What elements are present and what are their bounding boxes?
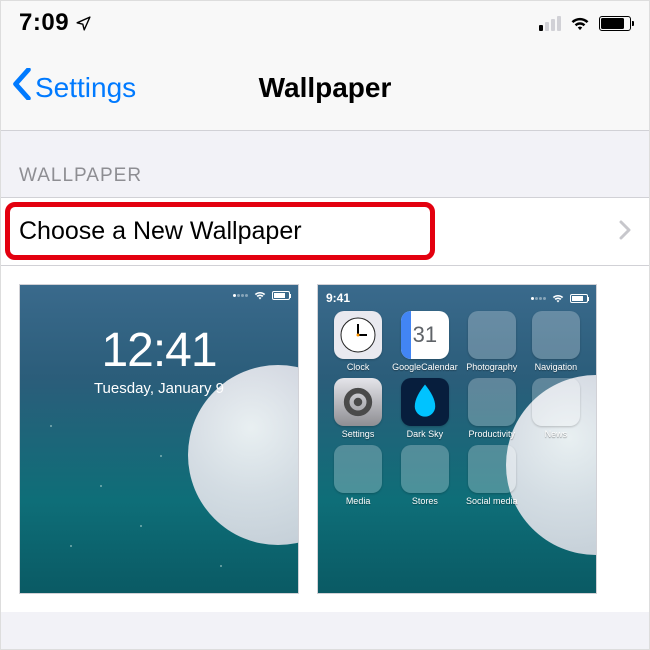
mini-status-bar: 9:41 xyxy=(326,291,588,305)
chevron-right-icon xyxy=(619,216,631,247)
lock-preview-clock: 12:41 Tuesday, January 9 xyxy=(20,323,298,397)
app-label: Photography xyxy=(466,362,517,372)
back-label: Settings xyxy=(35,72,136,104)
folder-social-media: Social media xyxy=(462,445,522,506)
cellular-icon xyxy=(539,16,561,31)
settings-wallpaper-screen: 7:09 Settings Wallpaper WALLPAPER xyxy=(0,0,650,650)
mini-wifi-icon xyxy=(254,291,266,300)
app-label: Dark Sky xyxy=(407,429,444,439)
home-icon-grid: Clock 31 GoogleCalendar Photography Navi… xyxy=(328,311,586,506)
nav-bar: Settings Wallpaper xyxy=(1,45,649,131)
app-google-calendar: 31 GoogleCalendar xyxy=(392,311,458,372)
wifi-icon xyxy=(569,15,591,31)
back-button[interactable]: Settings xyxy=(11,68,136,107)
folder-navigation: Navigation xyxy=(526,311,586,372)
mini-battery-icon xyxy=(570,294,588,303)
darksky-icon xyxy=(401,378,449,426)
app-settings: Settings xyxy=(328,378,388,439)
folder-stores: Stores xyxy=(392,445,458,506)
lock-preview-time: 12:41 xyxy=(20,323,298,378)
battery-icon xyxy=(599,16,631,31)
app-label: Media xyxy=(346,496,371,506)
choose-new-wallpaper-row[interactable]: Choose a New Wallpaper xyxy=(1,197,649,266)
chevron-left-icon xyxy=(11,68,33,107)
mini-time: 9:41 xyxy=(326,291,350,305)
mini-cellular-icon xyxy=(531,297,546,300)
home-screen-preview[interactable]: 9:41 Clock 31 GoogleCalendar Photography xyxy=(317,284,597,594)
app-clock: Clock xyxy=(328,311,388,372)
choose-new-wallpaper-label: Choose a New Wallpaper xyxy=(19,217,302,246)
folder-productivity: Productivity xyxy=(462,378,522,439)
mini-cellular-icon xyxy=(233,294,248,297)
mini-battery-icon xyxy=(272,291,290,300)
status-right xyxy=(539,15,631,31)
folder-icon xyxy=(532,378,580,426)
mini-wifi-icon xyxy=(552,294,564,303)
app-label: Settings xyxy=(342,429,375,439)
location-icon xyxy=(75,15,92,32)
clock-time: 7:09 xyxy=(19,9,69,37)
folder-photography: Photography xyxy=(462,311,522,372)
folder-media: Media xyxy=(328,445,388,506)
folder-icon xyxy=(532,311,580,359)
app-dark-sky: Dark Sky xyxy=(392,378,458,439)
status-bar: 7:09 xyxy=(1,1,649,45)
folder-icon xyxy=(468,445,516,493)
app-label: News xyxy=(545,429,568,439)
app-label: Clock xyxy=(347,362,370,372)
folder-icon xyxy=(468,311,516,359)
app-label: Productivity xyxy=(469,429,516,439)
folder-news: News xyxy=(526,378,586,439)
app-label: Navigation xyxy=(535,362,578,372)
calendar-icon: 31 xyxy=(401,311,449,359)
folder-icon xyxy=(334,445,382,493)
clock-icon xyxy=(334,311,382,359)
mini-status-bar xyxy=(233,291,290,300)
lock-screen-preview[interactable]: 12:41 Tuesday, January 9 xyxy=(19,284,299,594)
lock-preview-date: Tuesday, January 9 xyxy=(20,380,298,397)
folder-icon xyxy=(401,445,449,493)
gear-icon xyxy=(334,378,382,426)
app-label: GoogleCalendar xyxy=(392,362,458,372)
folder-icon xyxy=(468,378,516,426)
app-label: Stores xyxy=(412,496,438,506)
status-time: 7:09 xyxy=(19,9,92,37)
app-label: Social media xyxy=(466,496,518,506)
section-header-wallpaper: WALLPAPER xyxy=(1,131,649,197)
wallpaper-previews: 12:41 Tuesday, January 9 9:41 Clock 31 xyxy=(1,266,649,612)
